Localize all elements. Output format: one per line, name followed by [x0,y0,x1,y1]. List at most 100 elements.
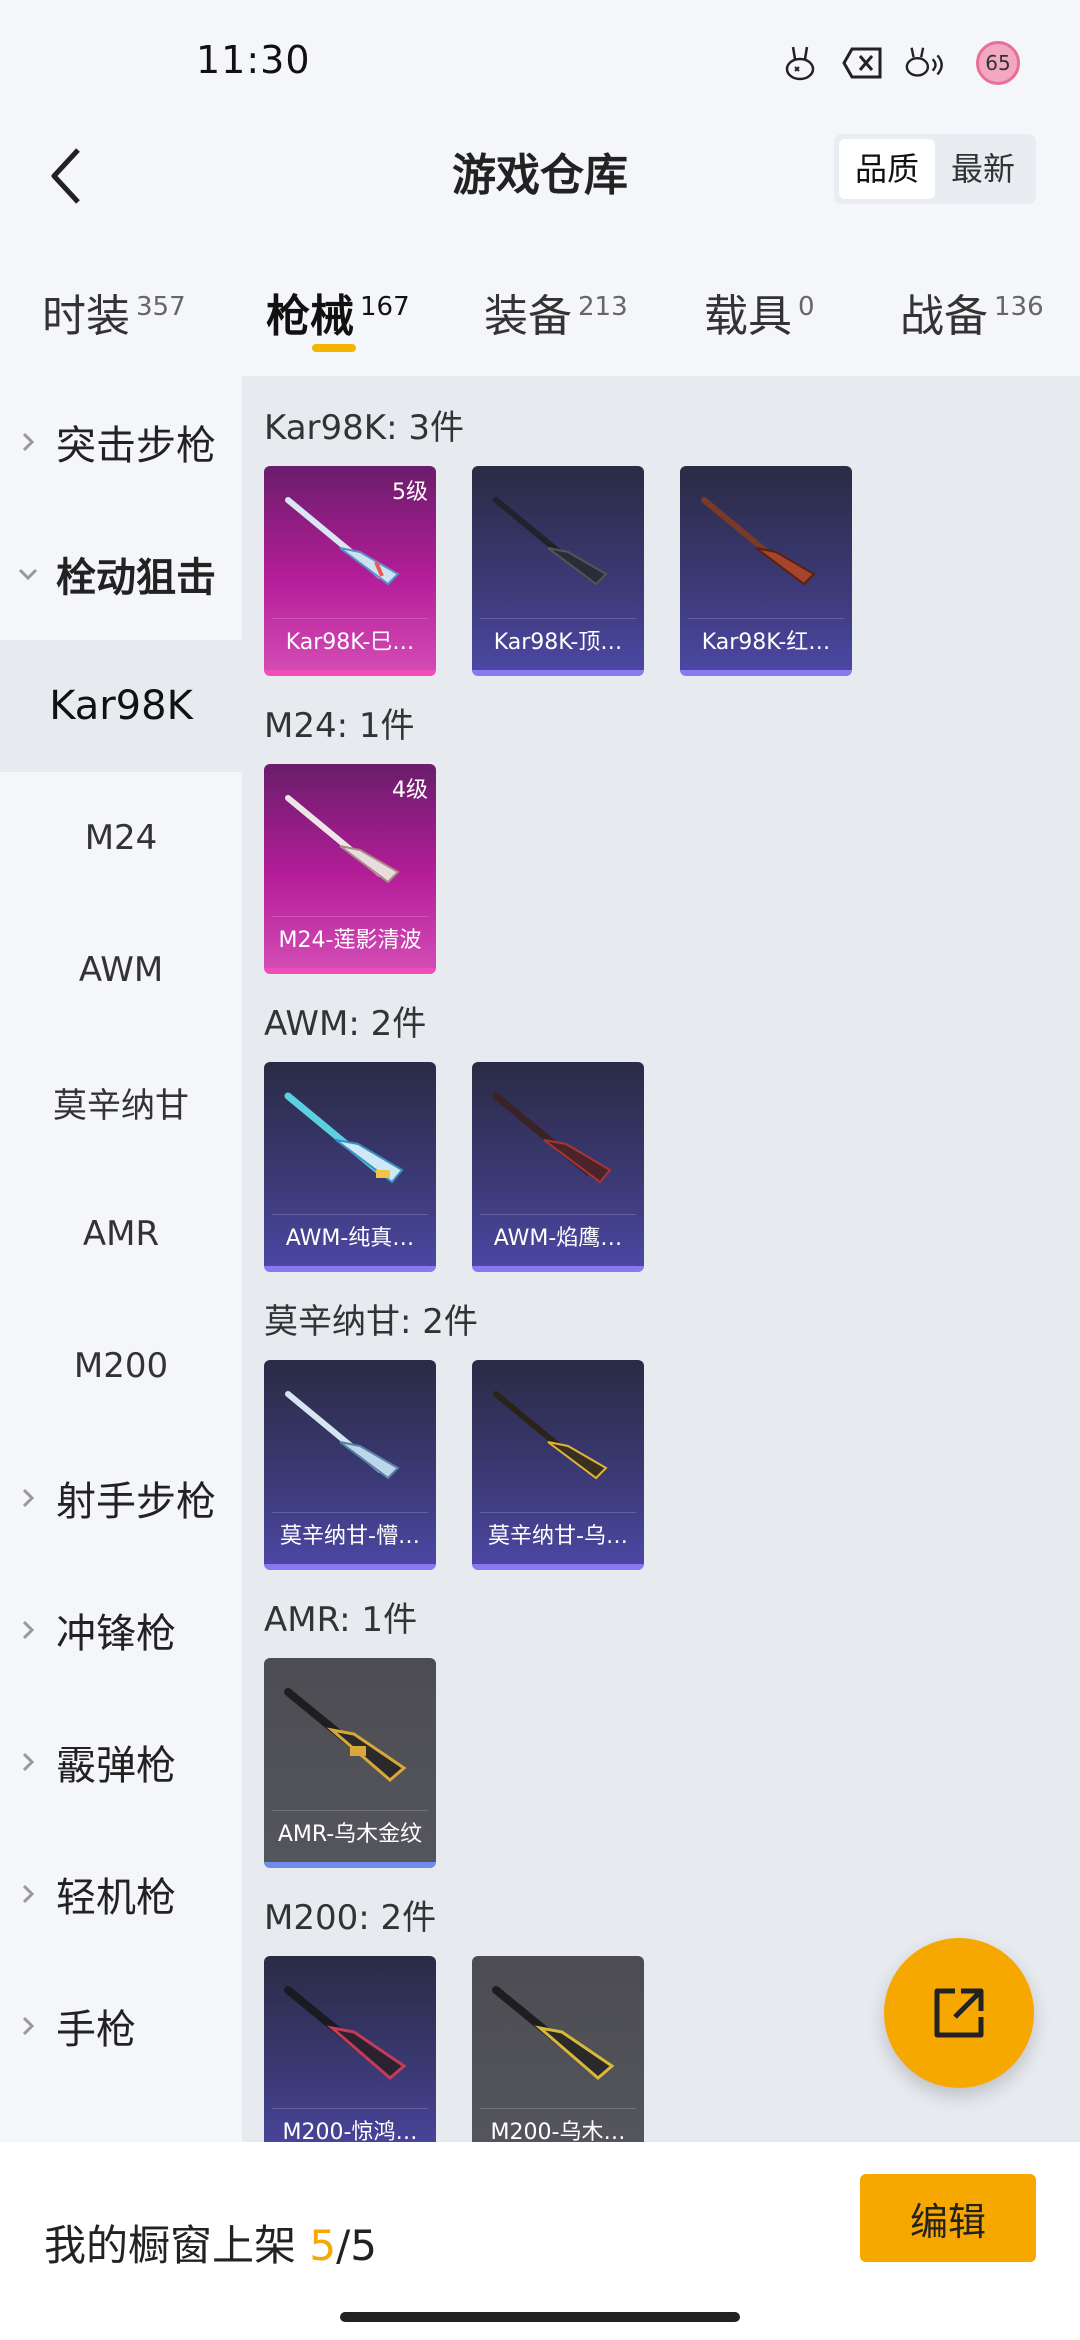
weapon-name: AWM-纯真… [272,1214,428,1262]
rifle-icon [284,1688,407,1782]
sort-toggle: 品质 最新 [833,134,1036,204]
tab-label: 枪械 [266,291,354,342]
battery-icon: 65 [966,38,1030,88]
tab-supplies[interactable]: 战备 136 [900,280,1044,344]
weapon-card[interactable]: 5级 Kar98K-巳… [264,466,436,676]
tab-label: 战备 [900,291,988,342]
shelf-total: 5 [350,2221,377,2270]
weapon-card[interactable]: 4级 M24-莲影清波 [264,764,436,974]
tab-label: 载具 [704,291,792,342]
chevron-right-icon [0,1618,56,1642]
rifle-icon [492,1092,612,1184]
sidebar-item-label: 射手步枪 [56,1479,216,1525]
weapon-name: AWM-焰鹰… [480,1214,636,1262]
sort-newest[interactable]: 最新 [935,139,1031,199]
sidebar-item-label: 栓动狙击 [56,555,216,601]
shelf-status: 我的橱窗上架 5/5 [44,2212,377,2273]
sidebar-item-shotgun[interactable]: 霰弹枪 [0,1696,242,1828]
weapon-card[interactable]: AMR-乌木金纹 [264,1658,436,1868]
sim-blocked-icon [842,42,884,84]
tab-count: 357 [136,292,186,323]
weapon-card[interactable]: 莫辛纳甘-懵… [264,1360,436,1570]
weapon-card[interactable]: M200-乌木… [472,1956,644,2142]
shelf-used: 5 [309,2221,337,2270]
status-icons: 65 [780,38,1030,88]
edit-button[interactable]: 编辑 [860,2174,1036,2262]
rifle-icon [493,497,608,586]
battery-level: 65 [985,51,1011,75]
weapon-name: M200-乌木… [480,2108,636,2142]
rifle-icon [285,1391,400,1480]
sort-quality[interactable]: 品质 [838,139,935,199]
sidebar-item-pistol[interactable]: 手枪 [0,1960,242,2092]
tab-firearms[interactable]: 枪械 167 [266,280,410,344]
chevron-right-icon [0,430,56,454]
group-title: M24: 1件 [264,706,415,746]
sidebar-item-amr[interactable]: AMR [0,1168,242,1300]
status-bar: 11:30 65 [0,0,1080,126]
shelf-label: 我的橱窗上架 [44,2221,297,2270]
tab-count: 213 [578,292,628,323]
sidebar-item-m200[interactable]: M200 [0,1300,242,1432]
chevron-down-icon [0,566,56,582]
tab-vehicles[interactable]: 载具 0 [704,280,815,344]
sidebar-item-label: 冲锋枪 [56,1611,176,1657]
group-title: 莫辛纳甘: 2件 [264,1302,478,1342]
sidebar-item-mosin[interactable]: 莫辛纳甘 [0,1036,242,1168]
chevron-right-icon [0,1750,56,1774]
weapon-name: Kar98K-红… [688,618,844,666]
weapon-grid: Kar98K: 3件 5级 Kar98K-巳… Kar98K-顶… Kar98K… [242,376,1080,2142]
shelf-separator: / [336,2221,351,2270]
rifle-icon [493,1391,608,1480]
bunny-icon [780,42,822,84]
rifle-icon [285,795,400,884]
rifle-icon [285,497,400,586]
chevron-right-icon [0,2014,56,2038]
sidebar-item-lmg[interactable]: 轻机枪 [0,1828,242,1960]
rifle-icon [284,1986,407,2080]
sidebar: 突击步枪 栓动狙击 Kar98K M24 AWM 莫辛纳甘 AMR M200 射… [0,376,242,2142]
sidebar-item-label: 突击步枪 [56,423,216,469]
home-indicator[interactable] [340,2312,740,2322]
rifle-icon [492,1986,615,2080]
sidebar-item-smg[interactable]: 冲锋枪 [0,1564,242,1696]
sidebar-item-marksman-rifle[interactable]: 射手步枪 [0,1432,242,1564]
sidebar-item-kar98k[interactable]: Kar98K [0,640,242,772]
tab-fashion[interactable]: 时装 357 [42,280,186,344]
weapon-name: Kar98K-巳… [272,618,428,666]
group-title: Kar98K: 3件 [264,408,464,448]
weapon-name: Kar98K-顶… [480,618,636,666]
weapon-card[interactable]: Kar98K-红… [680,466,852,676]
category-tabs: 时装 357 枪械 167 装备 213 载具 0 战备 136 [0,270,1080,380]
tab-label: 时装 [42,291,130,342]
sidebar-item-bolt-sniper[interactable]: 栓动狙击 [0,508,242,640]
weapon-name: AMR-乌木金纹 [272,1810,428,1858]
chevron-right-icon [0,1486,56,1510]
rifle-icon [284,1092,404,1184]
sidebar-item-label: 手枪 [56,2007,136,2053]
weapon-card[interactable]: AWM-纯真… [264,1062,436,1272]
weapon-card[interactable]: Kar98K-顶… [472,466,644,676]
tab-label: 装备 [484,291,572,342]
active-tab-indicator [312,344,356,352]
share-icon [934,1988,984,2038]
weapon-card[interactable]: M200-惊鸿… [264,1956,436,2142]
sidebar-item-label: 霰弹枪 [56,1743,176,1789]
group-title: AWM: 2件 [264,1004,427,1044]
weapon-name: M24-莲影清波 [272,916,428,964]
weapon-card[interactable]: AWM-焰鹰… [472,1062,644,1272]
weapon-name: 莫辛纳甘-乌… [480,1512,636,1560]
sidebar-item-m24[interactable]: M24 [0,772,242,904]
header: 游戏仓库 品质 最新 [0,126,1080,286]
sidebar-item-assault-rifle[interactable]: 突击步枪 [0,376,242,508]
weapon-card[interactable]: 莫辛纳甘-乌… [472,1360,644,1570]
sidebar-item-awm[interactable]: AWM [0,904,242,1036]
group-title: AMR: 1件 [264,1600,418,1640]
chevron-right-icon [0,1882,56,1906]
footer: 我的橱窗上架 5/5 编辑 [0,2142,1080,2340]
sidebar-item-label: 轻机枪 [56,1875,176,1921]
share-button[interactable] [884,1938,1034,2088]
tab-equipment[interactable]: 装备 213 [484,280,628,344]
tab-count: 167 [360,292,410,323]
tab-count: 136 [994,292,1044,323]
